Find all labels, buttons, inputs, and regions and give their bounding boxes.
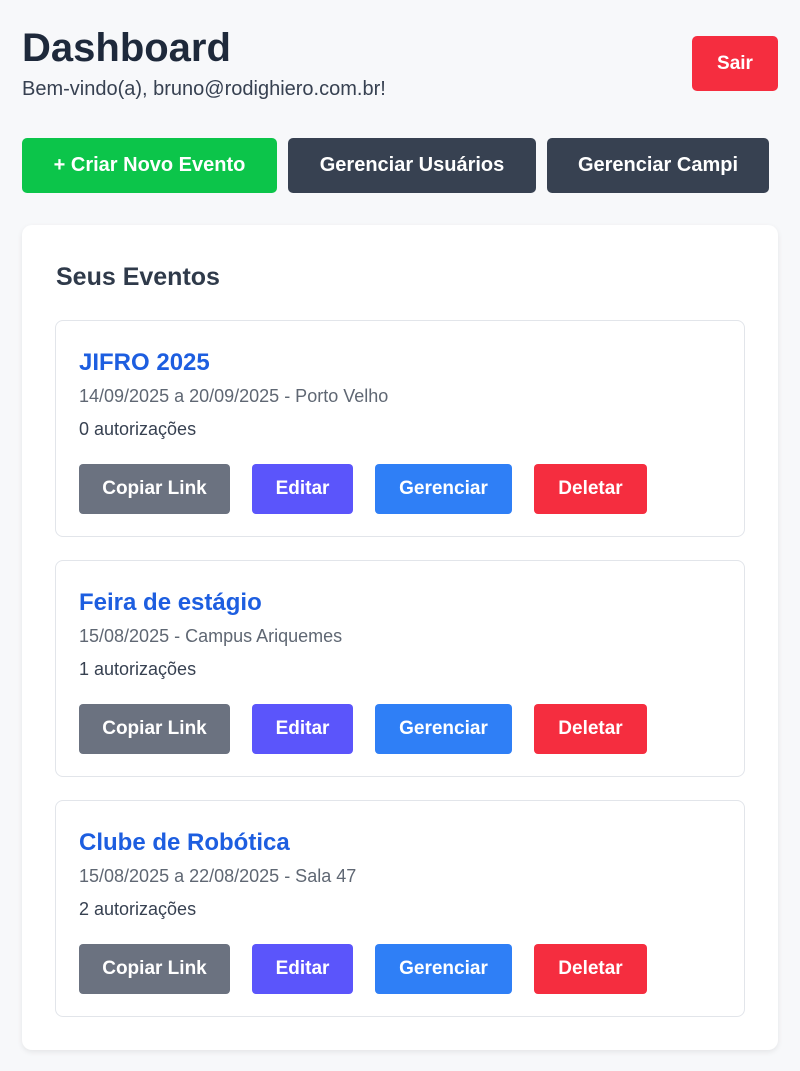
delete-button[interactable]: Deletar — [534, 944, 647, 994]
event-date-location: 15/08/2025 - Campus Ariquemes — [79, 626, 343, 646]
event-card: Clube de Robótica 15/08/2025 a 22/08/202… — [55, 800, 745, 1017]
section-title: Seus Eventos — [56, 263, 220, 291]
event-authorization-count: 1 autorizações — [79, 659, 197, 679]
delete-button[interactable]: Deletar — [534, 464, 647, 514]
event-actions: Copiar Link Editar Gerenciar Deletar — [79, 944, 647, 994]
event-actions: Copiar Link Editar Gerenciar Deletar — [79, 464, 647, 514]
manage-button[interactable]: Gerenciar — [375, 464, 512, 514]
event-card: JIFRO 2025 14/09/2025 a 20/09/2025 - Por… — [55, 320, 745, 537]
page-title: Dashboard — [22, 26, 231, 70]
manage-campi-button[interactable]: Gerenciar Campi — [547, 138, 769, 193]
event-card: Feira de estágio 15/08/2025 - Campus Ari… — [55, 560, 745, 777]
event-list: JIFRO 2025 14/09/2025 a 20/09/2025 - Por… — [55, 320, 745, 1040]
event-title-link[interactable]: JIFRO 2025 — [79, 348, 210, 378]
copy-link-button[interactable]: Copiar Link — [79, 464, 230, 514]
events-panel: Seus Eventos JIFRO 2025 14/09/2025 a 20/… — [22, 225, 778, 1050]
action-bar: + Criar Novo Evento Gerenciar Usuários G… — [22, 138, 769, 193]
logout-button[interactable]: Sair — [692, 36, 778, 91]
delete-button[interactable]: Deletar — [534, 704, 647, 754]
event-date-location: 15/08/2025 a 22/08/2025 - Sala 47 — [79, 866, 357, 886]
manage-button[interactable]: Gerenciar — [375, 944, 512, 994]
event-title-link[interactable]: Clube de Robótica — [79, 828, 290, 858]
header: Dashboard Bem-vindo(a), bruno@rodighiero… — [22, 24, 778, 104]
event-title-link[interactable]: Feira de estágio — [79, 588, 262, 618]
event-date-location: 14/09/2025 a 20/09/2025 - Porto Velho — [79, 386, 389, 406]
create-event-button[interactable]: + Criar Novo Evento — [22, 138, 277, 193]
edit-button[interactable]: Editar — [252, 704, 353, 754]
event-authorization-count: 2 autorizações — [79, 899, 197, 919]
manage-users-button[interactable]: Gerenciar Usuários — [288, 138, 536, 193]
event-actions: Copiar Link Editar Gerenciar Deletar — [79, 704, 647, 754]
edit-button[interactable]: Editar — [252, 464, 353, 514]
welcome-message: Bem-vindo(a), bruno@rodighiero.com.br! — [22, 78, 386, 100]
copy-link-button[interactable]: Copiar Link — [79, 944, 230, 994]
dashboard-page: Dashboard Bem-vindo(a), bruno@rodighiero… — [0, 0, 800, 1071]
copy-link-button[interactable]: Copiar Link — [79, 704, 230, 754]
manage-button[interactable]: Gerenciar — [375, 704, 512, 754]
event-authorization-count: 0 autorizações — [79, 419, 197, 439]
edit-button[interactable]: Editar — [252, 944, 353, 994]
